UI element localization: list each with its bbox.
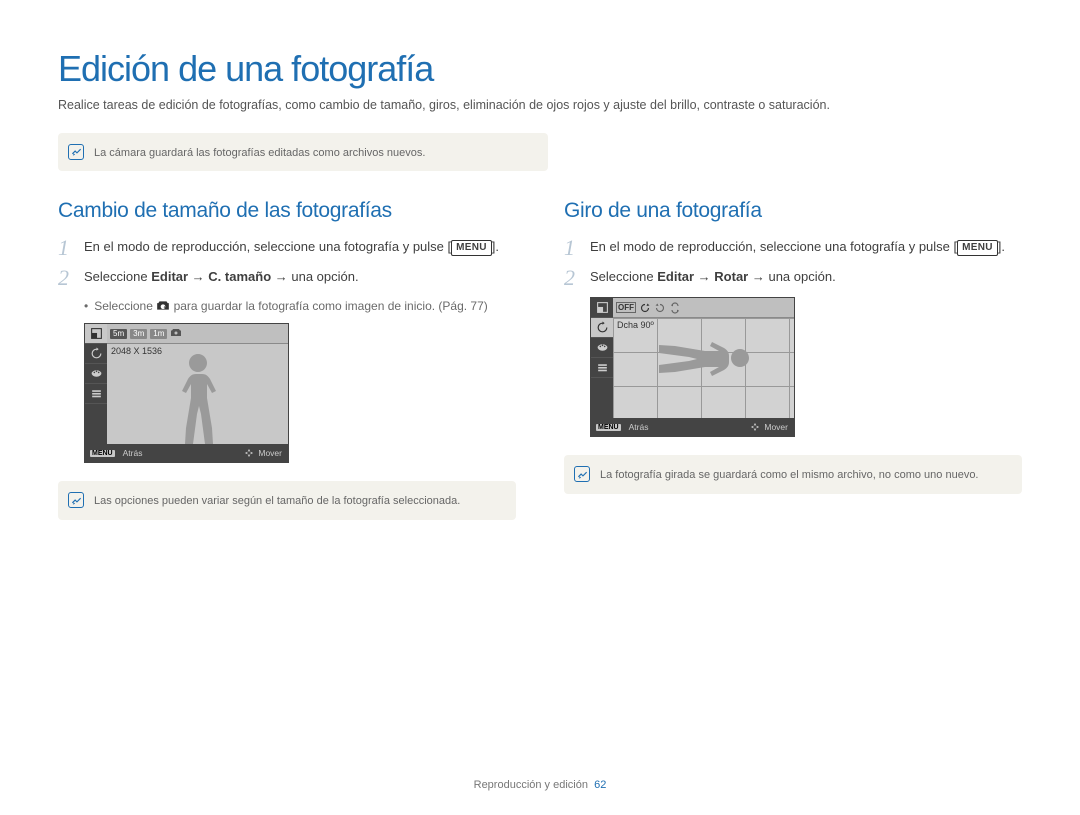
ss-back-label: Atrás <box>123 448 143 458</box>
step-1: 1 En el modo de reproducción, seleccione… <box>58 237 516 259</box>
ss-side-resize-icon <box>591 298 613 318</box>
step-number: 2 <box>58 267 76 289</box>
top-note: La cámara guardará las fotografías edita… <box>58 133 548 172</box>
left-note: Las opciones pueden variar según el tama… <box>58 481 516 520</box>
ss-side-rotate-icon <box>85 344 107 364</box>
ss-back-label: Atrás <box>629 422 649 432</box>
ss-chip-3m: 3m <box>130 329 147 339</box>
intro-paragraph: Realice tareas de edición de fotografías… <box>58 96 1022 115</box>
ss-option-row: 5m 3m 1m <box>107 324 288 344</box>
ss-menu-label: MENU <box>90 450 115 457</box>
note-text: La fotografía girada se guardará como el… <box>600 465 979 484</box>
step-body: En el modo de reproducción, seleccione u… <box>84 237 516 257</box>
section-title-resize: Cambio de tamaño de las fotografías <box>58 199 516 223</box>
page-footer: Reproducción y edición 62 <box>0 779 1080 791</box>
right-note: La fotografía girada se guardará como el… <box>564 455 1022 494</box>
ss-side-style-icon <box>591 338 613 358</box>
dpad-icon <box>750 422 760 432</box>
note-icon <box>574 466 590 482</box>
ss-chip-5m: 5m <box>110 329 127 339</box>
ss-sidebar <box>591 298 613 418</box>
rotate-180-icon <box>669 302 681 314</box>
start-image-icon <box>156 300 170 311</box>
ss-side-style-icon <box>85 364 107 384</box>
step-body: Seleccione Editar → Rotar → una opción. <box>590 267 1022 287</box>
note-icon <box>68 144 84 160</box>
person-silhouette-rotated-icon <box>649 328 759 388</box>
step-2: 2 Seleccione Editar → C. tamaño → una op… <box>58 267 516 289</box>
menu-button-icon: MENU <box>451 240 492 256</box>
ss-chip-1m: 1m <box>150 329 167 339</box>
ss-side-rotate-icon <box>591 318 613 338</box>
ss-move-label: Mover <box>258 448 282 458</box>
person-thumb-icon <box>170 328 182 340</box>
note-text: La cámara guardará las fotografías edita… <box>94 143 425 162</box>
left-column: Cambio de tamaño de las fotografías 1 En… <box>58 199 516 548</box>
ss-resolution-label: 2048 X 1536 <box>111 346 162 356</box>
camera-screenshot-resize: 5m 3m 1m 2048 X 1536 MENU Atrás Mo <box>84 323 289 463</box>
step-body: En el modo de reproducción, seleccione u… <box>590 237 1022 257</box>
person-silhouette-icon <box>168 354 228 444</box>
page-title: Edición de una fotografía <box>58 48 1022 90</box>
step-number: 2 <box>564 267 582 289</box>
rotate-right-icon <box>639 302 651 314</box>
section-title-rotate: Giro de una fotografía <box>564 199 1022 223</box>
ss-side-adjust-icon <box>591 358 613 378</box>
step-number: 1 <box>58 237 76 259</box>
footer-page-number: 62 <box>594 779 606 791</box>
step-number: 1 <box>564 237 582 259</box>
right-column: Giro de una fotografía 1 En el modo de r… <box>564 199 1022 548</box>
step-1: 1 En el modo de reproducción, seleccione… <box>564 237 1022 259</box>
note-text: Las opciones pueden variar según el tama… <box>94 491 460 510</box>
sub-bullet: • Seleccione para guardar la fotografía … <box>84 297 516 315</box>
ss-move-label: Mover <box>764 422 788 432</box>
footer-section: Reproducción y edición <box>474 779 588 791</box>
ss-side-resize-icon <box>85 324 107 344</box>
step-2: 2 Seleccione Editar → Rotar → una opción… <box>564 267 1022 289</box>
ss-side-adjust-icon <box>85 384 107 404</box>
rotate-left-icon <box>654 302 666 314</box>
ss-bottom-bar: MENU Atrás Mover <box>85 444 288 462</box>
ss-option-row: OFF <box>613 298 794 318</box>
note-icon <box>68 492 84 508</box>
ss-bottom-bar: MENU Atrás Mover <box>591 418 794 436</box>
ss-off-icon: OFF <box>616 302 636 313</box>
step-body: Seleccione Editar → C. tamaño → una opci… <box>84 267 516 287</box>
ss-sidebar <box>85 324 107 444</box>
menu-button-icon: MENU <box>957 240 998 256</box>
camera-screenshot-rotate: OFF Dcha 90º MENU Atrás Mover <box>590 297 795 437</box>
dpad-icon <box>244 448 254 458</box>
ss-menu-label: MENU <box>596 424 621 431</box>
